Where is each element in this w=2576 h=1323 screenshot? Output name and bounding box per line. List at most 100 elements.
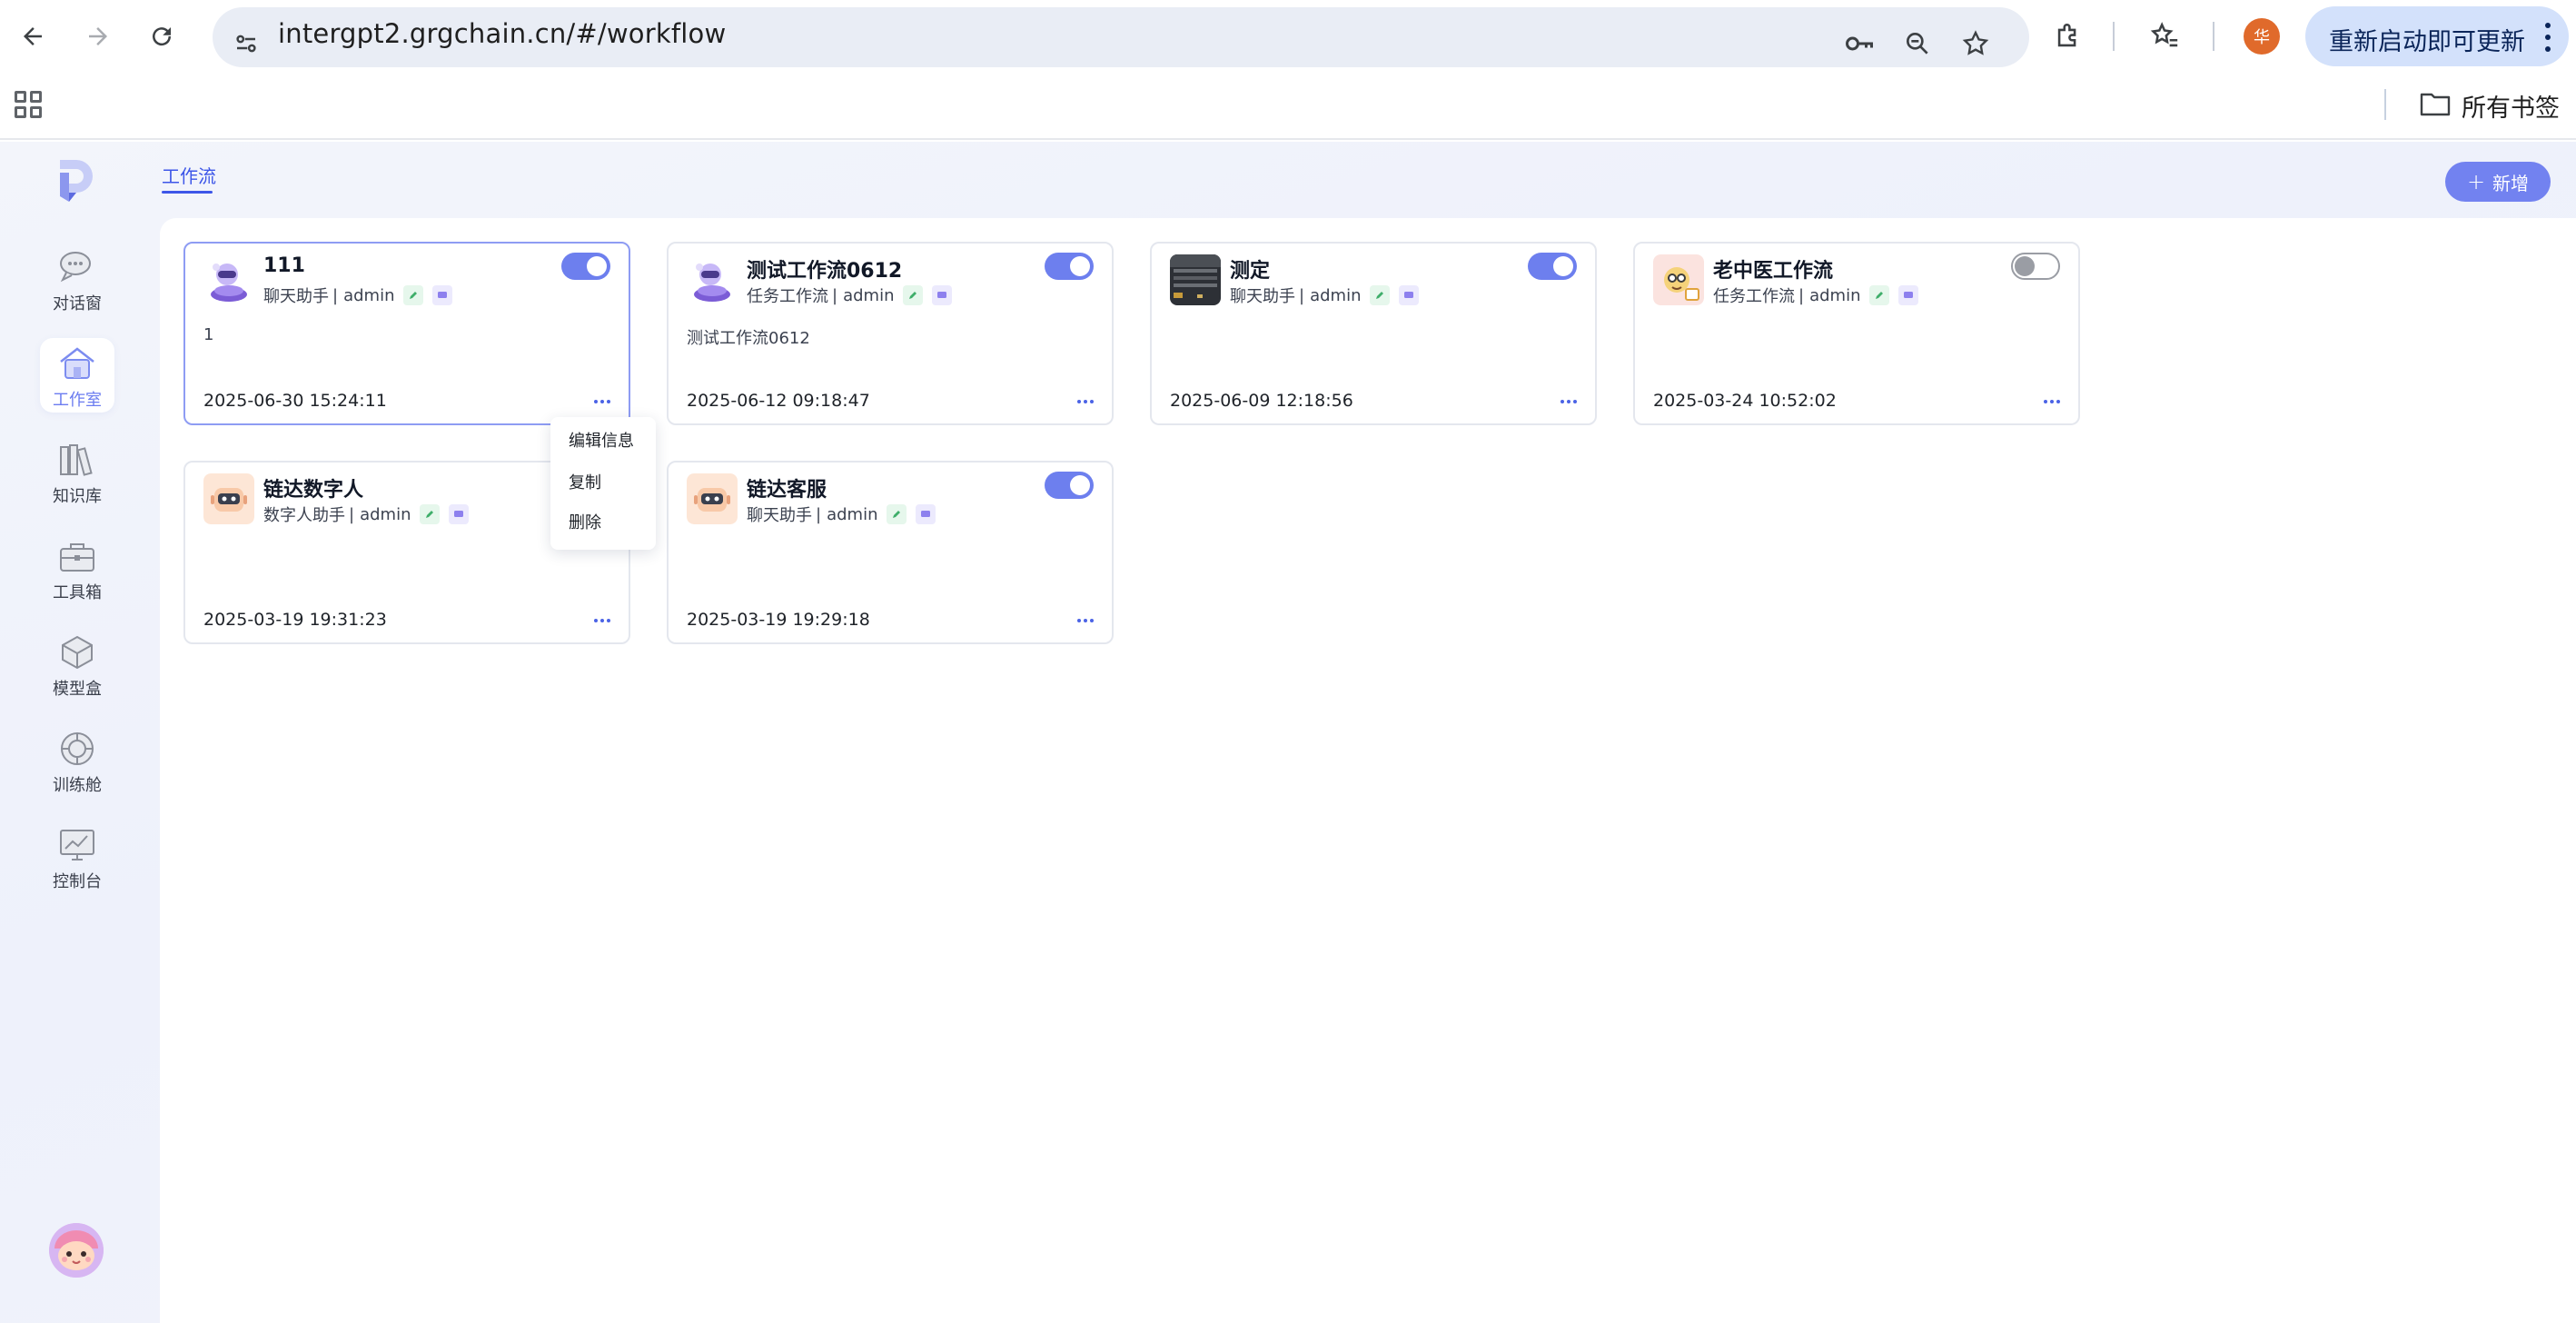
sidebar-item-toolbox[interactable]: 工具箱 (40, 531, 114, 605)
card-description: 测试工作流0612 (687, 329, 810, 348)
profile-avatar[interactable]: 华 (2244, 18, 2280, 55)
card-type: 聊天助手 (747, 506, 812, 525)
sidebar-item-studio[interactable]: 工作室 (40, 338, 114, 413)
update-label: 重新启动即可更新 (2329, 28, 2525, 56)
app-logo[interactable] (56, 156, 96, 205)
capsule-icon (61, 732, 94, 765)
chat-tag-icon (932, 285, 953, 305)
card-title: 链达客服 (747, 479, 827, 502)
toolbar-divider (2213, 22, 2214, 51)
meta-separator: | (816, 504, 822, 524)
menu-item-copy[interactable]: 复制 (569, 470, 601, 493)
more-horizontal-icon[interactable] (594, 393, 610, 411)
card-title: 老中医工作流 (1713, 260, 1834, 283)
sidebar-item-knowledge[interactable]: 知识库 (40, 434, 114, 509)
sidebar-item-console[interactable]: 控制台 (40, 820, 114, 894)
card-owner: admin (827, 504, 878, 524)
tab-workflow[interactable]: 工作流 (162, 162, 216, 188)
card-date: 2025-06-12 09:18:47 (687, 391, 870, 411)
bookmarks-divider (2384, 89, 2386, 120)
menu-item-edit-info[interactable]: 编辑信息 (569, 428, 634, 452)
card-date: 2025-06-30 15:24:11 (203, 391, 387, 411)
all-bookmarks-label[interactable]: 所有书签 (2462, 88, 2560, 124)
password-key-icon[interactable] (1840, 25, 1878, 63)
reload-icon[interactable] (138, 13, 185, 60)
card-owner: admin (1310, 285, 1362, 305)
card-date: 2025-06-09 12:18:56 (1170, 391, 1353, 411)
card-date: 2025-03-19 19:31:23 (203, 610, 387, 630)
meta-separator: | (1798, 285, 1805, 305)
workflow-card[interactable]: 111 聊天助手 | admin 1 2025-06-30 15:24:11 (183, 242, 630, 425)
bookmark-star-icon[interactable] (1957, 25, 1995, 63)
workflow-card[interactable]: 链达客服 聊天助手 | admin 2025-03-19 19:29:18 (667, 461, 1114, 644)
sidebar-item-label: 控制台 (53, 872, 102, 891)
meta-separator: | (1299, 285, 1305, 305)
menu-item-delete[interactable]: 删除 (569, 510, 601, 533)
card-type: 聊天助手 (263, 287, 329, 306)
chat-tag-icon (1399, 285, 1420, 305)
app-root: 对话窗 工作室 知识库 工具箱 模型盒 训练舱 控制台 工作流 + 新增 111… (0, 142, 2576, 1323)
more-horizontal-icon[interactable] (1077, 393, 1094, 411)
bookmarks-bar (0, 73, 2576, 140)
enable-toggle[interactable] (561, 253, 610, 280)
photo-thumbnail (1170, 254, 1221, 305)
sidebar-item-models[interactable]: 模型盒 (40, 627, 114, 701)
card-date: 2025-03-19 19:29:18 (687, 610, 870, 630)
meta-separator: | (349, 504, 355, 524)
url-text[interactable]: intergpt2.grgchain.cn/#/workflow (278, 18, 726, 49)
toggle-knob (587, 256, 607, 276)
reading-list-icon[interactable] (2144, 15, 2185, 57)
zoom-icon[interactable] (1898, 25, 1937, 63)
add-workflow-button[interactable]: + 新增 (2445, 162, 2551, 202)
workflow-card[interactable]: 测试工作流0612 任务工作流 | admin 测试工作流0612 2025-06-… (667, 242, 1114, 425)
sidebar-item-label: 工作室 (53, 391, 102, 410)
enable-toggle[interactable] (1045, 253, 1094, 280)
sidebar-item-chat[interactable]: 对话窗 (40, 242, 114, 316)
meta-separator: | (332, 285, 339, 305)
cube-icon (62, 635, 93, 670)
sidebar-item-training[interactable]: 训练舱 (40, 723, 114, 798)
folder-icon[interactable] (2420, 91, 2451, 116)
workflow-card[interactable]: 老中医工作流 任务工作流 | admin 2025-03-24 10:52:02 (1633, 242, 2080, 425)
card-title: 测定 (1230, 260, 1271, 283)
back-icon[interactable] (9, 13, 56, 60)
forward-icon[interactable] (74, 13, 122, 60)
purple-bot-icon (687, 254, 738, 305)
purple-bot-icon (203, 254, 254, 305)
books-icon (60, 444, 93, 476)
edit-pencil-icon (887, 504, 907, 524)
plus-icon: + (2466, 169, 2486, 194)
add-button-label: 新增 (2492, 172, 2530, 194)
card-owner: admin (360, 504, 411, 524)
toolbox-icon (60, 543, 94, 572)
chat-tag-icon (432, 285, 453, 305)
more-horizontal-icon[interactable] (1077, 612, 1094, 630)
workflow-card[interactable]: 测定 聊天助手 | admin 2025-06-09 12:18:56 (1150, 242, 1597, 425)
edit-pencil-icon (420, 504, 441, 524)
more-horizontal-icon[interactable] (594, 612, 610, 630)
sidebar-item-label: 工具箱 (53, 583, 102, 602)
user-avatar[interactable] (49, 1223, 104, 1278)
enable-toggle[interactable] (2011, 253, 2060, 280)
enable-toggle[interactable] (1045, 472, 1094, 499)
card-meta: 任务工作流 | admin (747, 284, 953, 307)
restart-update-button[interactable]: 重新启动即可更新 (2305, 6, 2569, 66)
tab-underline (162, 191, 213, 194)
more-horizontal-icon[interactable] (1560, 393, 1577, 411)
edit-pencil-icon (403, 285, 424, 305)
site-settings-icon[interactable] (227, 25, 265, 63)
card-title: 111 (263, 254, 305, 277)
card-meta: 聊天助手 | admin (747, 502, 936, 526)
robot-face-icon (203, 473, 254, 524)
chat-tag-icon (449, 504, 470, 524)
apps-grid-icon[interactable] (13, 89, 45, 122)
toolbar-divider (2113, 22, 2115, 51)
toggle-knob (1553, 256, 1573, 276)
card-title: 链达数字人 (263, 479, 364, 502)
more-horizontal-icon[interactable] (2044, 393, 2060, 411)
more-vert-icon[interactable] (2543, 19, 2552, 55)
meta-separator: | (832, 285, 838, 305)
extensions-icon[interactable] (2047, 15, 2089, 57)
card-meta: 数字人助手 | admin (263, 502, 470, 526)
enable-toggle[interactable] (1528, 253, 1577, 280)
